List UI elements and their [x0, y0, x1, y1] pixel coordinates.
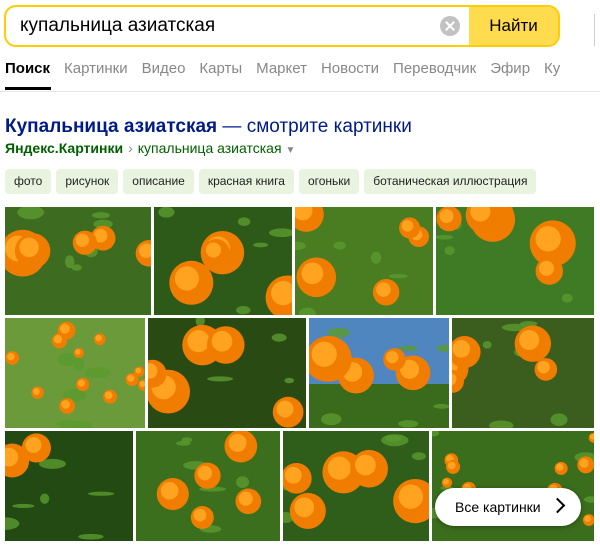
image-thumbnail[interactable]	[148, 318, 306, 428]
active-tab-underline	[5, 87, 51, 90]
tag-chip[interactable]: огоньки	[298, 169, 360, 194]
image-thumbnail[interactable]	[5, 431, 133, 541]
tag-list: фото рисунок описание красная книга огоньки б…	[5, 169, 541, 195]
search-input[interactable]: купальница азиатская	[20, 7, 215, 45]
image-thumbnail[interactable]	[295, 207, 433, 315]
tab-images[interactable]: Картинки	[64, 60, 128, 77]
image-thumbnail[interactable]	[452, 318, 594, 428]
breadcrumb-separator: ›	[128, 140, 133, 156]
tab-translator[interactable]: Переводчик	[393, 60, 476, 77]
nav-divider	[0, 91, 600, 92]
tab-efir[interactable]: Эфир	[490, 60, 530, 77]
breadcrumb-path[interactable]: купальница азиатская	[138, 140, 282, 156]
tab-more[interactable]: Ку	[544, 60, 560, 77]
all-images-button[interactable]: Все картинки	[435, 488, 581, 526]
close-circle-icon[interactable]	[440, 16, 460, 36]
tag-chip[interactable]: красная книга	[198, 169, 294, 194]
search-bar[interactable]: купальница азиатская Найти	[4, 5, 560, 47]
image-thumbnail[interactable]	[436, 207, 594, 315]
search-tabs: Поиск Картинки Видео Карты Маркет Новости Пере…	[5, 60, 574, 84]
tab-market[interactable]: Маркет	[256, 60, 307, 77]
chevron-right-icon	[549, 497, 566, 514]
result-title-rest: — смотрите картинки	[217, 116, 412, 137]
result-title-link[interactable]: Купальница азиатская — смотрите картинки	[5, 116, 412, 138]
image-thumbnail[interactable]	[154, 207, 292, 315]
breadcrumb-site[interactable]: Яндекс.Картинки	[5, 140, 123, 156]
image-thumbnail[interactable]	[309, 318, 449, 428]
tag-chip[interactable]: фото	[5, 169, 52, 194]
tag-chip[interactable]: описание	[123, 169, 194, 194]
image-thumbnail[interactable]	[5, 207, 151, 315]
tab-news[interactable]: Новости	[321, 60, 379, 77]
triangle-down-icon[interactable]: ▼	[286, 145, 296, 156]
image-thumbnail[interactable]	[136, 431, 280, 541]
tab-search[interactable]: Поиск	[5, 60, 50, 77]
image-thumbnail[interactable]	[283, 431, 429, 541]
image-thumbnail[interactable]	[5, 318, 145, 428]
breadcrumb: Яндекс.Картинки › купальница азиатская ▼	[5, 140, 295, 156]
tab-video[interactable]: Видео	[142, 60, 186, 77]
header-edge	[594, 14, 600, 46]
tag-chip[interactable]: рисунок	[56, 169, 119, 194]
all-images-label: Все картинки	[455, 499, 541, 515]
tag-chip[interactable]: ботаническая иллюстрация	[364, 169, 537, 194]
result-title-bold: Купальница азиатская	[5, 116, 218, 137]
find-button[interactable]: Найти	[469, 7, 558, 45]
tab-maps[interactable]: Карты	[199, 60, 242, 77]
